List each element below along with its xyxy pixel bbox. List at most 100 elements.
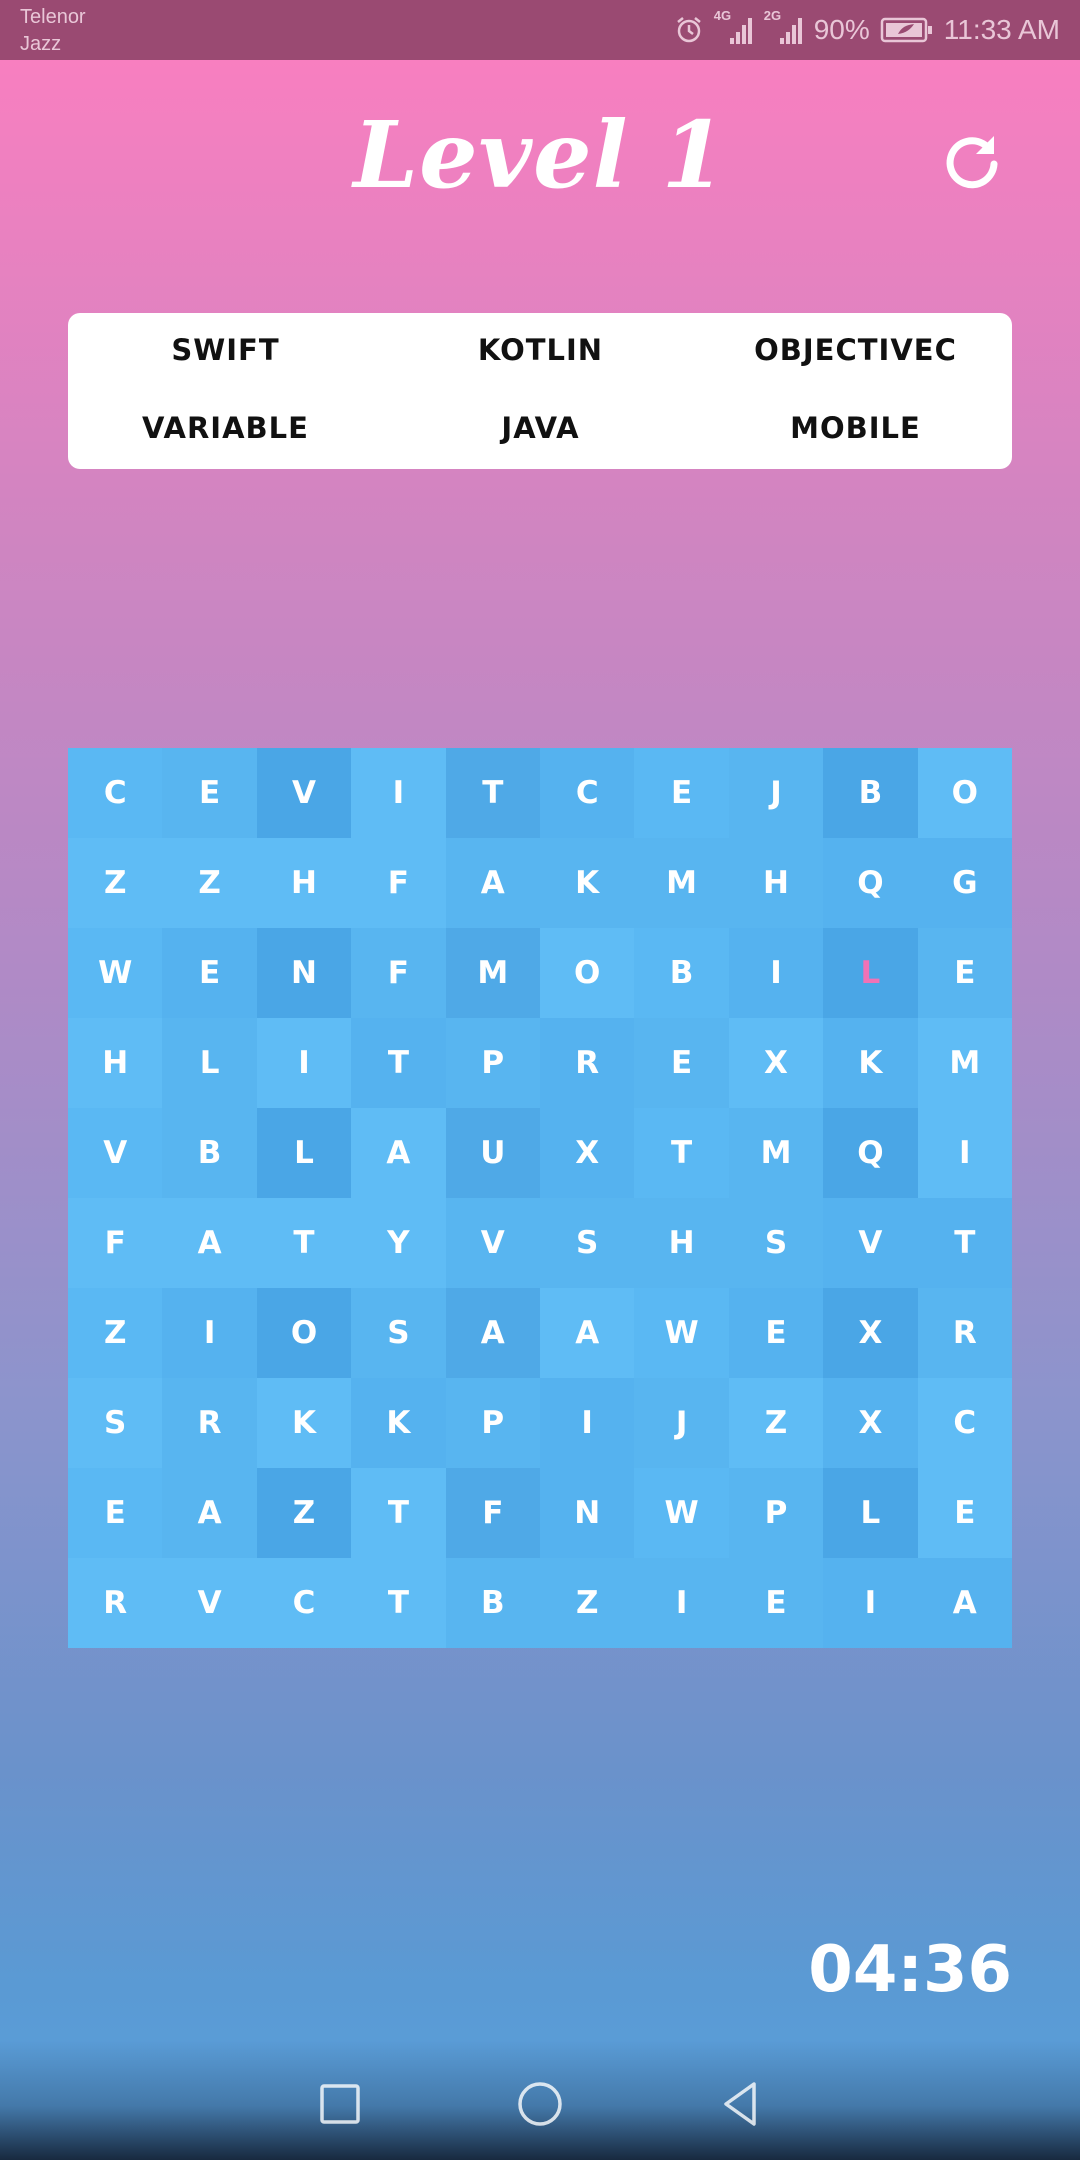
grid-cell[interactable]: T [634, 1108, 729, 1198]
grid-cell[interactable]: U [445, 1108, 540, 1198]
grid-cell[interactable]: Z [728, 1378, 824, 1468]
grid-cell[interactable]: Z [256, 1468, 352, 1558]
grid-cell[interactable]: W [68, 928, 163, 1018]
grid-cell[interactable]: M [445, 928, 540, 1018]
grid-cell[interactable]: C [68, 748, 163, 838]
grid-cell[interactable]: C [917, 1378, 1012, 1468]
grid-cell[interactable]: K [351, 1378, 446, 1468]
grid-cell[interactable]: O [540, 928, 635, 1018]
grid-cell[interactable]: X [823, 1378, 918, 1468]
grid-cell[interactable]: L [162, 1018, 257, 1108]
grid-cell[interactable]: T [917, 1198, 1012, 1288]
grid-cell[interactable]: V [445, 1198, 540, 1288]
grid-cell[interactable]: K [540, 838, 635, 928]
grid-cell[interactable]: I [256, 1018, 352, 1108]
grid-cell[interactable]: Q [823, 1108, 918, 1198]
grid-cell[interactable]: E [634, 748, 729, 838]
grid-cell[interactable]: I [917, 1108, 1012, 1198]
grid-cell[interactable]: Z [162, 838, 257, 928]
grid-cell[interactable]: H [68, 1018, 163, 1108]
grid-cell[interactable]: R [68, 1558, 163, 1648]
grid-cell[interactable]: F [68, 1198, 163, 1288]
grid-cell[interactable]: X [728, 1018, 824, 1108]
back-button[interactable] [712, 2076, 768, 2132]
grid-cell[interactable]: E [728, 1558, 824, 1648]
grid-cell[interactable]: A [445, 838, 540, 928]
grid-cell[interactable]: P [728, 1468, 824, 1558]
grid-cell[interactable]: V [68, 1108, 163, 1198]
grid-cell[interactable]: V [256, 748, 352, 838]
grid-cell[interactable]: R [540, 1018, 635, 1108]
grid-cell[interactable]: L [823, 928, 918, 1018]
grid-cell[interactable]: B [823, 748, 918, 838]
grid-cell[interactable]: P [445, 1018, 540, 1108]
grid-cell[interactable]: Z [68, 838, 163, 928]
grid-cell[interactable]: X [823, 1288, 918, 1378]
grid-cell[interactable]: T [445, 748, 540, 838]
grid-cell[interactable]: C [256, 1558, 352, 1648]
grid-cell[interactable]: Z [68, 1288, 163, 1378]
grid-cell[interactable]: T [256, 1198, 352, 1288]
grid-cell[interactable]: A [540, 1288, 635, 1378]
grid-cell[interactable]: B [445, 1558, 540, 1648]
grid-cell[interactable]: E [917, 928, 1012, 1018]
grid-cell[interactable]: A [162, 1198, 257, 1288]
grid-cell[interactable]: F [351, 838, 446, 928]
grid-cell[interactable]: E [162, 928, 257, 1018]
grid-cell[interactable]: E [634, 1018, 729, 1108]
grid-cell[interactable]: R [917, 1288, 1012, 1378]
grid-cell[interactable]: Z [540, 1558, 635, 1648]
grid-cell[interactable]: S [540, 1198, 635, 1288]
grid-cell[interactable]: I [634, 1558, 729, 1648]
grid-cell[interactable]: I [823, 1558, 918, 1648]
grid-cell[interactable]: J [634, 1378, 729, 1468]
grid-cell[interactable]: O [256, 1288, 352, 1378]
grid-cell[interactable]: S [728, 1198, 824, 1288]
grid-cell[interactable]: H [256, 838, 352, 928]
grid-cell[interactable]: N [256, 928, 352, 1018]
grid-cell[interactable]: T [351, 1018, 446, 1108]
grid-cell[interactable]: Q [823, 838, 918, 928]
grid-cell[interactable]: M [917, 1018, 1012, 1108]
recent-apps-button[interactable] [312, 2076, 368, 2132]
grid-cell[interactable]: I [728, 928, 824, 1018]
grid-cell[interactable]: W [634, 1288, 729, 1378]
grid-cell[interactable]: A [917, 1558, 1012, 1648]
grid-cell[interactable]: T [351, 1468, 446, 1558]
grid-cell[interactable]: B [162, 1108, 257, 1198]
grid-cell[interactable]: C [540, 748, 635, 838]
grid-cell[interactable]: E [917, 1468, 1012, 1558]
grid-cell[interactable]: M [728, 1108, 824, 1198]
grid-cell[interactable]: H [728, 838, 824, 928]
grid-cell[interactable]: K [256, 1378, 352, 1468]
grid-cell[interactable]: L [256, 1108, 352, 1198]
grid-cell[interactable]: O [917, 748, 1012, 838]
grid-cell[interactable]: V [823, 1198, 918, 1288]
grid-cell[interactable]: N [540, 1468, 635, 1558]
grid-cell[interactable]: K [823, 1018, 918, 1108]
grid-cell[interactable]: A [351, 1108, 446, 1198]
grid-cell[interactable]: L [823, 1468, 918, 1558]
grid-cell[interactable]: F [445, 1468, 540, 1558]
grid-cell[interactable]: I [540, 1378, 635, 1468]
grid-cell[interactable]: E [728, 1288, 824, 1378]
grid-cell[interactable]: J [728, 748, 824, 838]
grid-cell[interactable]: E [68, 1468, 163, 1558]
grid-cell[interactable]: I [162, 1288, 257, 1378]
grid-cell[interactable]: S [68, 1378, 163, 1468]
grid-cell[interactable]: S [351, 1288, 446, 1378]
refresh-button[interactable] [940, 128, 1004, 192]
grid-cell[interactable]: G [917, 838, 1012, 928]
grid-cell[interactable]: W [634, 1468, 729, 1558]
grid-cell[interactable]: I [351, 748, 446, 838]
grid-cell[interactable]: M [634, 838, 729, 928]
grid-cell[interactable]: A [162, 1468, 257, 1558]
grid-cell[interactable]: R [162, 1378, 257, 1468]
grid-cell[interactable]: H [634, 1198, 729, 1288]
grid-cell[interactable]: E [162, 748, 257, 838]
grid-cell[interactable]: A [445, 1288, 540, 1378]
grid-cell[interactable]: X [540, 1108, 635, 1198]
home-button[interactable] [512, 2076, 568, 2132]
grid-cell[interactable]: T [351, 1558, 446, 1648]
letter-grid[interactable]: CEVITCEJBOZZHFAKMHQGWENFMOBILEHLITPREXKM… [68, 748, 1012, 1648]
